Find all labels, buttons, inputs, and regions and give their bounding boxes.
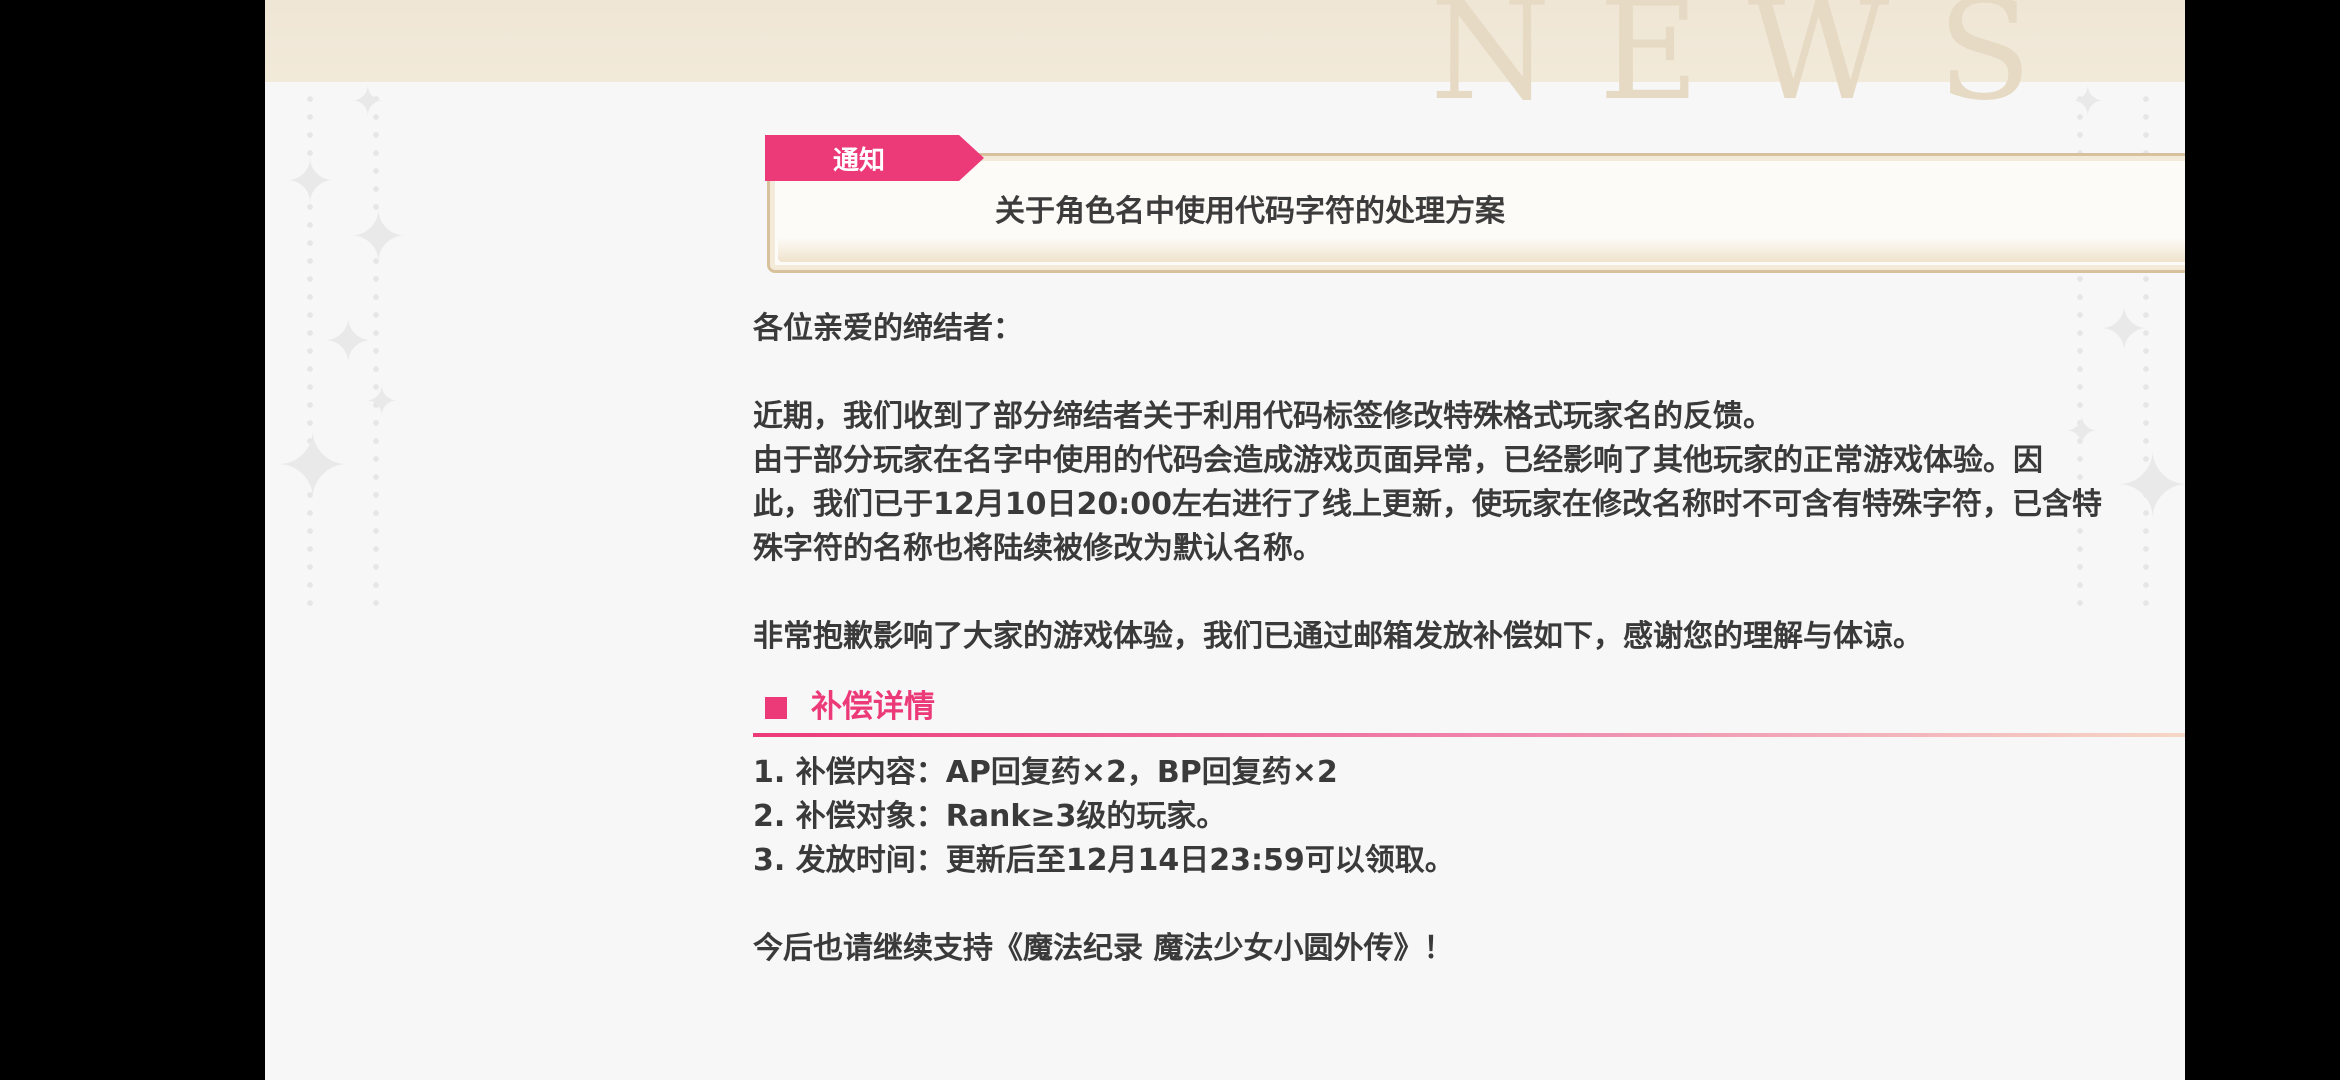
compensation-details: 1. 补偿内容：AP回复药×2，BP回复药×2 2. 补偿对象：Rank≥3级的… [753, 751, 2185, 883]
sparkle-icon: ✦ [275, 414, 351, 519]
notice-tag-label: 通知 [833, 145, 886, 176]
sparkle-icon: ✦ [365, 379, 399, 425]
detail-item: 3. 发放时间：更新后至12月14日23:59可以领取。 [753, 843, 1455, 878]
detail-item: 2. 补偿对象：Rank≥3级的玩家。 [753, 799, 1227, 834]
section-bullet-icon [765, 697, 787, 719]
game-screen: NEWS ✦ ✦ ✦ ✦ ✦ ✦ ✦ ✦ ✦ ✦ ✦ ✦ 通知 [0, 0, 2340, 1080]
left-decoration: ✦ ✦ ✦ ✦ ✦ ✦ [265, 79, 408, 610]
sparkle-icon: ✦ [2071, 79, 2105, 125]
paragraph-line: 由于部分玩家在名字中使用的代码会造成游戏页面异常，已经影响了其他玩家的正常游戏体… [753, 443, 2043, 478]
closing-line: 今后也请继续支持《魔法纪录 魔法少女小圆外传》！ [753, 931, 1454, 966]
apology-line: 非常抱歉影响了大家的游戏体验，我们已通过邮箱发放补偿如下，感谢您的理解与体谅。 [753, 619, 1923, 654]
sparkle-icon: ✦ [323, 307, 374, 377]
news-panel: NEWS ✦ ✦ ✦ ✦ ✦ ✦ ✦ ✦ ✦ ✦ ✦ ✦ 通知 [265, 0, 2185, 1080]
sparkle-icon: ✦ [285, 147, 336, 217]
detail-item: 1. 补偿内容：AP回复药×2，BP回复药×2 [753, 755, 1338, 790]
notice-title: 关于角色名中使用代码字符的处理方案 [995, 194, 1505, 229]
sparkle-icon: ✦ [349, 196, 408, 278]
news-watermark: NEWS [1430, 0, 2080, 131]
sparkle-icon: ✦ [351, 79, 385, 125]
notice-body: 各位亲爱的缔结者： 近期，我们收到了部分缔结者关于利用代码标签修改特殊格式玩家名… [753, 307, 2185, 971]
header-band: NEWS [265, 0, 2185, 120]
section-title: 补偿详情 [811, 689, 935, 725]
dot-line [373, 90, 379, 610]
paragraph-line: 近期，我们收到了部分缔结者关于利用代码标签修改特殊格式玩家名的反馈。 [753, 399, 1773, 434]
section-header: 补偿详情 [753, 685, 2185, 737]
paragraph-line: 殊字符的名称也将陆续被修改为默认名称。 [753, 531, 1323, 566]
notice-tag: 通知 [765, 135, 984, 181]
paragraph-line: 此，我们已于12月10日20:00左右进行了线上更新，使玩家在修改名称时不可含有… [753, 487, 2102, 522]
section-divider [753, 733, 2185, 737]
greeting: 各位亲爱的缔结者： [753, 311, 1023, 346]
